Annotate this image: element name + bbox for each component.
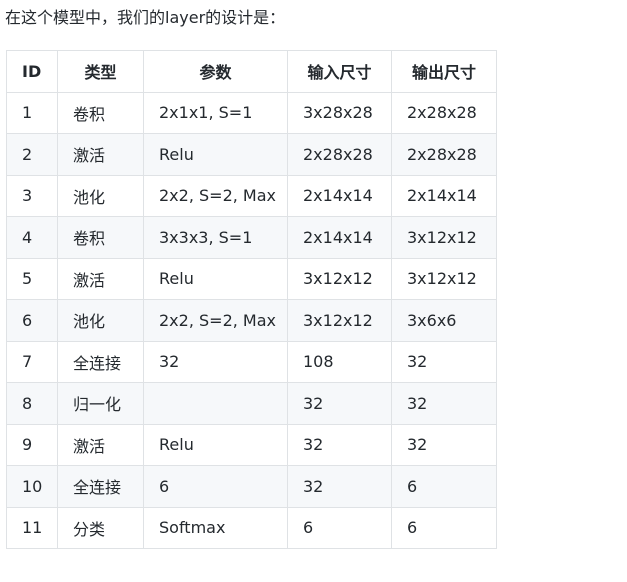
table-row: 5 激活 Relu 3x12x12 3x12x12 (6, 257, 497, 300)
header-id: ID (6, 50, 58, 93)
table-row: 9 激活 Relu 32 32 (6, 423, 497, 466)
cell-type: 分类 (57, 506, 144, 549)
cell-id: 3 (6, 174, 58, 217)
cell-params: 2x1x1, S=1 (143, 91, 288, 134)
cell-params: Softmax (143, 506, 288, 549)
table-row: 6 池化 2x2, S=2, Max 3x12x12 3x6x6 (6, 299, 497, 342)
cell-input-size: 2x14x14 (287, 216, 392, 259)
cell-type: 池化 (57, 174, 144, 217)
cell-id: 1 (6, 91, 58, 134)
cell-id: 10 (6, 465, 58, 508)
cell-params: Relu (143, 133, 288, 176)
cell-params: 2x2, S=2, Max (143, 299, 288, 342)
cell-params: 3x3x3, S=1 (143, 216, 288, 259)
cell-input-size: 3x12x12 (287, 299, 392, 342)
layer-table: ID 类型 参数 输入尺寸 输出尺寸 1 卷积 2x1x1, S=1 3x28x28 2… (6, 50, 497, 549)
table-header-row: ID 类型 参数 输入尺寸 输出尺寸 (6, 50, 497, 93)
cell-id: 4 (6, 216, 58, 259)
cell-type: 卷积 (57, 91, 144, 134)
header-params: 参数 (143, 50, 288, 93)
cell-input-size: 108 (287, 340, 392, 383)
cell-id: 11 (6, 506, 58, 549)
table-row: 10 全连接 6 32 6 (6, 465, 497, 508)
cell-params: Relu (143, 257, 288, 300)
cell-type: 全连接 (57, 465, 144, 508)
cell-params (143, 382, 288, 425)
cell-output-size: 3x6x6 (391, 299, 497, 342)
cell-input-size: 3x28x28 (287, 91, 392, 134)
header-output-size: 输出尺寸 (391, 50, 497, 93)
table-row: 4 卷积 3x3x3, S=1 2x14x14 3x12x12 (6, 216, 497, 259)
cell-output-size: 2x14x14 (391, 174, 497, 217)
cell-id: 6 (6, 299, 58, 342)
cell-id: 2 (6, 133, 58, 176)
cell-input-size: 3x12x12 (287, 257, 392, 300)
cell-id: 9 (6, 423, 58, 466)
intro-text: 在这个模型中，我们的layer的设计是： (5, 8, 286, 27)
cell-type: 全连接 (57, 340, 144, 383)
table-body: 1 卷积 2x1x1, S=1 3x28x28 2x28x28 2 激活 Relu 2x28x2… (6, 91, 497, 549)
cell-type: 激活 (57, 257, 144, 300)
table-row: 8 归一化 32 32 (6, 382, 497, 425)
cell-output-size: 6 (391, 506, 497, 549)
cell-params: 6 (143, 465, 288, 508)
table-row: 1 卷积 2x1x1, S=1 3x28x28 2x28x28 (6, 91, 497, 134)
header-type: 类型 (57, 50, 144, 93)
cell-output-size: 2x28x28 (391, 133, 497, 176)
cell-output-size: 32 (391, 423, 497, 466)
table-row: 3 池化 2x2, S=2, Max 2x14x14 2x14x14 (6, 174, 497, 217)
table-row: 2 激活 Relu 2x28x28 2x28x28 (6, 133, 497, 176)
table-row: 11 分类 Softmax 6 6 (6, 506, 497, 549)
cell-input-size: 32 (287, 465, 392, 508)
cell-output-size: 6 (391, 465, 497, 508)
table-row: 7 全连接 32 108 32 (6, 340, 497, 383)
cell-output-size: 2x28x28 (391, 91, 497, 134)
cell-type: 激活 (57, 423, 144, 466)
cell-params: 2x2, S=2, Max (143, 174, 288, 217)
cell-output-size: 3x12x12 (391, 216, 497, 259)
cell-type: 归一化 (57, 382, 144, 425)
cell-id: 7 (6, 340, 58, 383)
cell-type: 池化 (57, 299, 144, 342)
cell-id: 5 (6, 257, 58, 300)
header-input-size: 输入尺寸 (287, 50, 392, 93)
cell-input-size: 32 (287, 382, 392, 425)
cell-output-size: 32 (391, 382, 497, 425)
cell-input-size: 2x14x14 (287, 174, 392, 217)
cell-output-size: 3x12x12 (391, 257, 497, 300)
cell-input-size: 2x28x28 (287, 133, 392, 176)
cell-input-size: 6 (287, 506, 392, 549)
cell-id: 8 (6, 382, 58, 425)
cell-input-size: 32 (287, 423, 392, 466)
cell-params: Relu (143, 423, 288, 466)
cell-output-size: 32 (391, 340, 497, 383)
cell-type: 激活 (57, 133, 144, 176)
cell-type: 卷积 (57, 216, 144, 259)
cell-params: 32 (143, 340, 288, 383)
